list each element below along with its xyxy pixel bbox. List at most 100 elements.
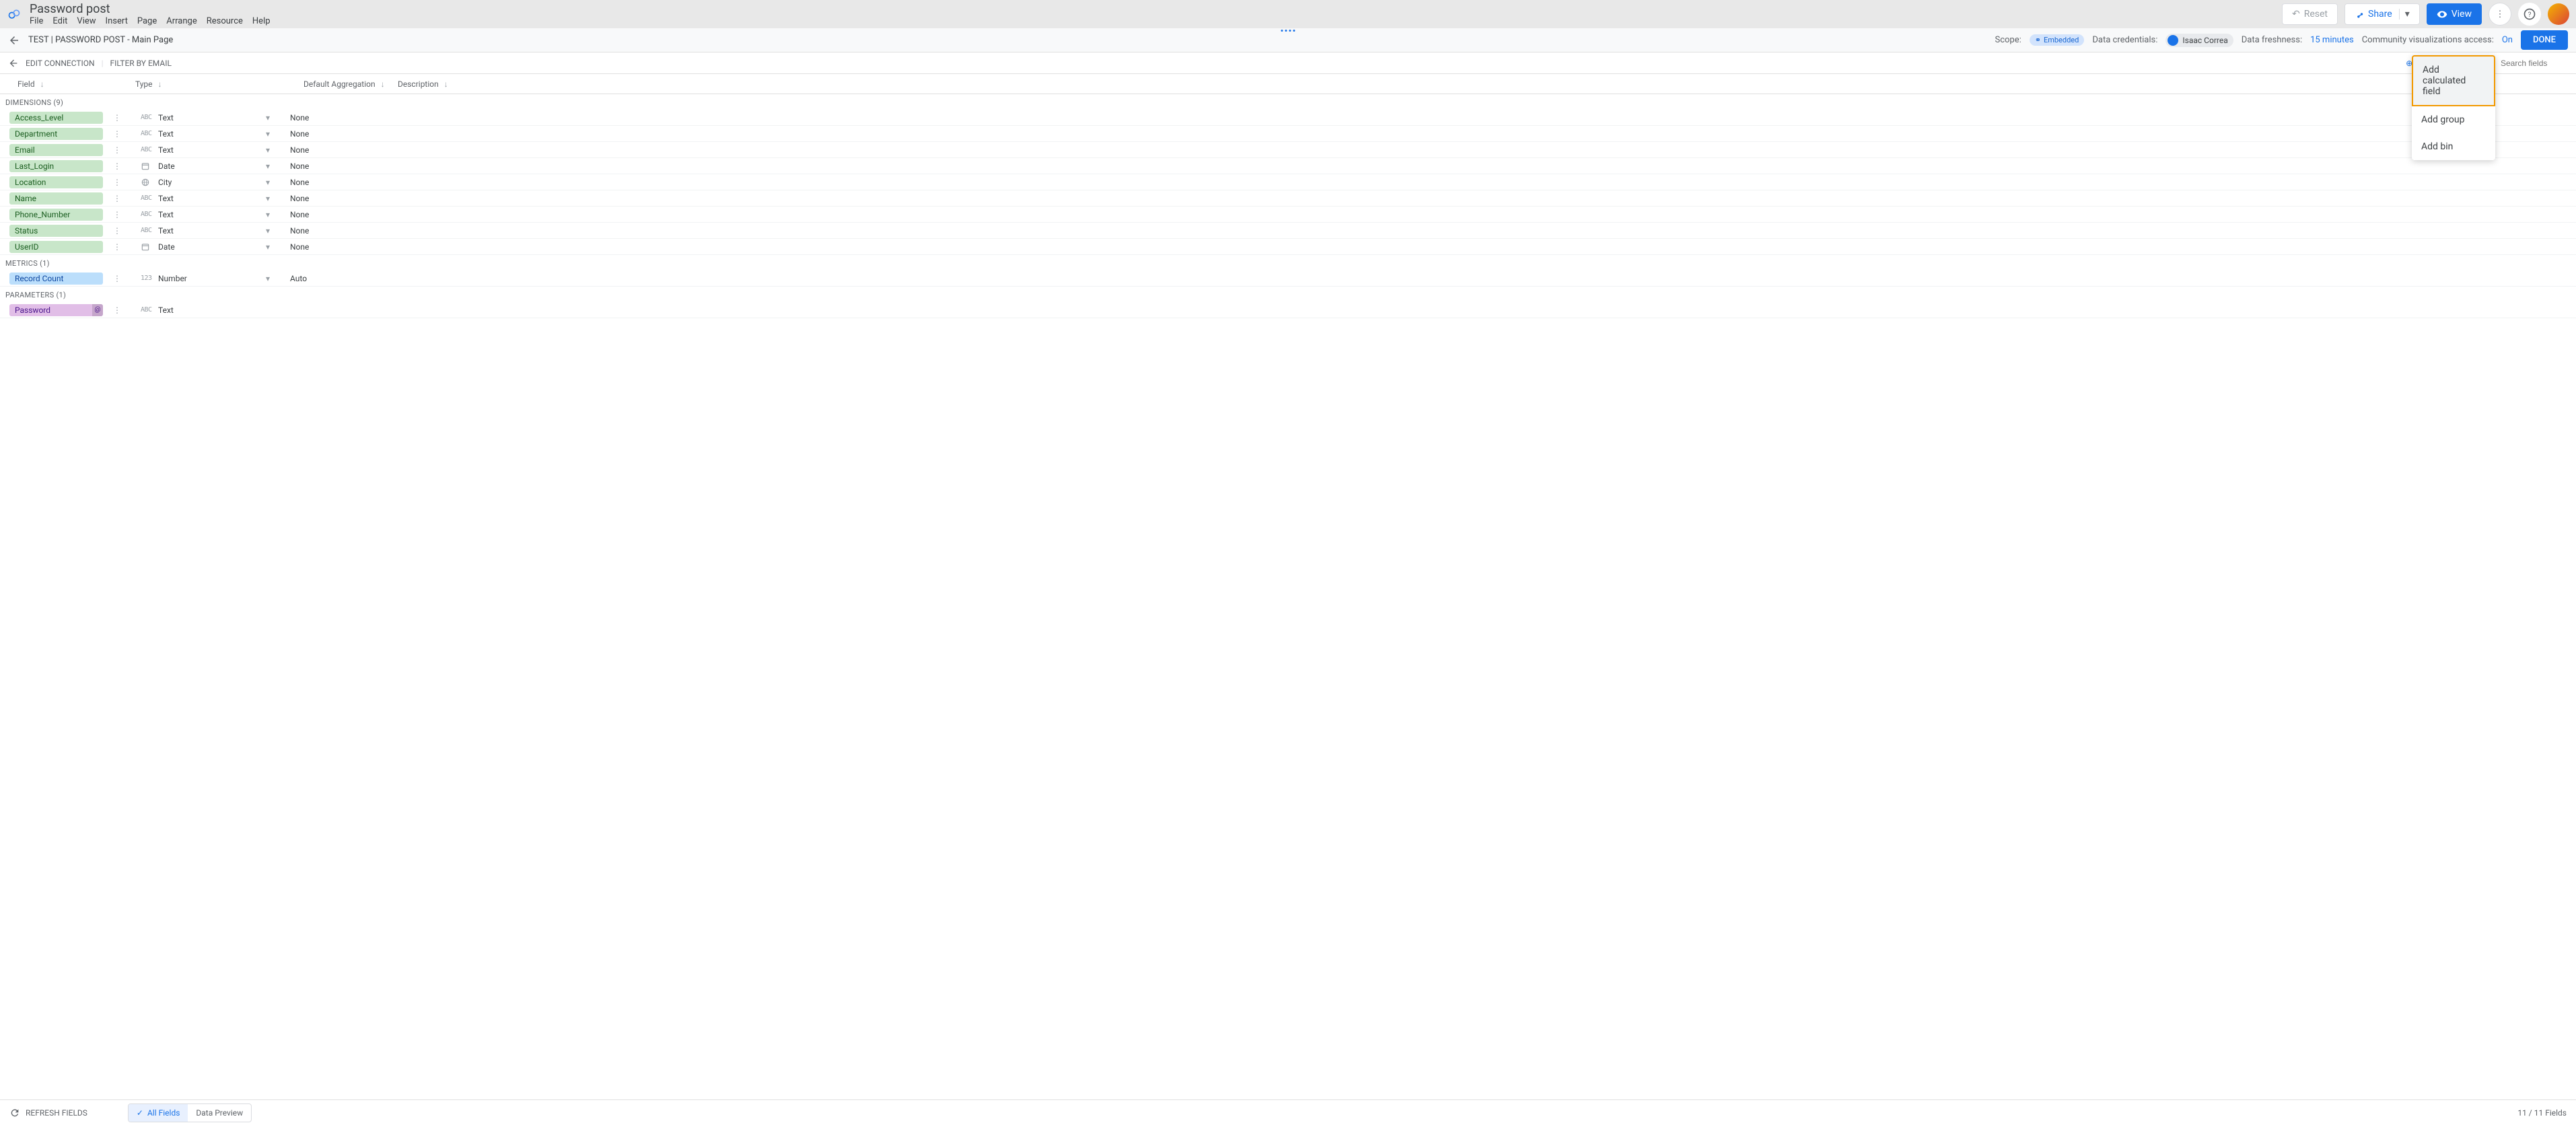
viz-access-value[interactable]: On	[2502, 35, 2513, 45]
field-aggregation: None	[290, 242, 384, 252]
refresh-icon[interactable]	[9, 1108, 20, 1118]
more-icon[interactable]: ⋮	[112, 226, 122, 235]
menu-arrange[interactable]: Arrange	[166, 16, 196, 26]
text-icon: ABC	[141, 227, 151, 234]
edit-connection-link[interactable]: EDIT CONNECTION	[26, 59, 95, 68]
menu-insert[interactable]: Insert	[106, 16, 128, 26]
more-icon[interactable]: ⋮	[112, 210, 122, 219]
field-pill[interactable]: Location	[9, 176, 103, 188]
more-icon[interactable]: ⋮	[112, 178, 122, 187]
chevron-down-icon[interactable]: ▾	[2399, 9, 2410, 20]
more-icon[interactable]: ⋮	[112, 242, 122, 252]
link-icon: ⚭	[2035, 36, 2041, 44]
scope-chip[interactable]: ⚭ Embedded	[2030, 34, 2085, 46]
drag-handle-dots[interactable]	[1281, 30, 1295, 32]
refresh-fields-button[interactable]: REFRESH FIELDS	[26, 1108, 87, 1118]
sort-icon[interactable]: ↓	[381, 79, 385, 89]
credentials-user[interactable]: Isaac Correa	[2166, 34, 2233, 47]
field-pill[interactable]: Access_Level	[9, 112, 103, 124]
col-agg-label[interactable]: Default Aggregation	[303, 79, 375, 89]
field-aggregation: None	[290, 210, 384, 219]
chevron-down-icon[interactable]: ▾	[266, 242, 270, 252]
field-type: Text	[158, 145, 174, 155]
field-aggregation: None	[290, 145, 384, 155]
field-pill[interactable]: Last_Login	[9, 160, 103, 172]
col-type-label[interactable]: Type	[135, 79, 153, 89]
add-calculated-field-item[interactable]: Add calculated field	[2412, 55, 2495, 106]
doc-title[interactable]: Password post	[30, 2, 2282, 16]
metrics-group-label: METRICS (1)	[0, 255, 2576, 270]
back-icon[interactable]	[8, 58, 19, 69]
field-pill[interactable]: UserID	[9, 241, 103, 253]
search-input[interactable]	[2501, 59, 2568, 68]
menu-resource[interactable]: Resource	[207, 16, 243, 26]
field-pill[interactable]: Status	[9, 225, 103, 237]
more-icon[interactable]: ⋮	[112, 113, 122, 122]
chevron-down-icon[interactable]: ▾	[266, 129, 270, 139]
field-pill[interactable]: Password@	[9, 304, 103, 316]
user-icon	[2168, 35, 2178, 46]
chevron-down-icon[interactable]: ▾	[266, 274, 270, 283]
back-arrow-icon[interactable]	[8, 34, 20, 46]
app-logo	[7, 7, 22, 22]
chevron-down-icon[interactable]: ▾	[266, 161, 270, 171]
done-button[interactable]: DONE	[2521, 30, 2568, 50]
view-button[interactable]: View	[2427, 3, 2482, 25]
add-field-button[interactable]: ⊕	[2387, 59, 2394, 68]
col-field-label[interactable]: Field	[17, 79, 35, 89]
sort-icon[interactable]: ↓	[40, 79, 44, 89]
freshness-value[interactable]: 15 minutes	[2310, 35, 2354, 45]
undo-icon: ↶	[2292, 9, 2300, 20]
chevron-down-icon[interactable]: ▾	[266, 210, 270, 219]
chevron-down-icon[interactable]: ▾	[266, 113, 270, 122]
share-icon	[2355, 9, 2364, 19]
sort-icon[interactable]: ↓	[444, 79, 448, 89]
text-icon: ABC	[141, 211, 151, 218]
field-type: Text	[158, 113, 174, 122]
share-button[interactable]: Share ▾	[2345, 3, 2420, 25]
chevron-down-icon[interactable]: ▾	[266, 178, 270, 187]
help-button[interactable]: ?	[2518, 3, 2541, 26]
credentials-label: Data credentials:	[2092, 35, 2157, 45]
add-bin-item[interactable]: Add bin	[2412, 133, 2495, 160]
menu-page[interactable]: Page	[137, 16, 157, 26]
chevron-down-icon[interactable]: ▾	[266, 194, 270, 203]
menu-help[interactable]: Help	[252, 16, 271, 26]
more-icon[interactable]: ⋮	[112, 305, 122, 315]
field-pill[interactable]: Department	[9, 128, 103, 140]
more-icon[interactable]: ⋮	[112, 274, 122, 283]
menu-view[interactable]: View	[77, 16, 96, 26]
field-type: Text	[158, 226, 174, 235]
dimensions-group-label: DIMENSIONS (9)	[0, 94, 2576, 110]
more-icon[interactable]: ⋮	[112, 129, 122, 139]
filter-by-email-link[interactable]: FILTER BY EMAIL	[110, 59, 172, 68]
text-icon: ABC	[141, 114, 151, 121]
all-fields-tab[interactable]: ✓ All Fields	[129, 1104, 188, 1122]
field-pill[interactable]: Phone_Number	[9, 209, 103, 221]
menu-file[interactable]: File	[30, 16, 43, 26]
field-pill[interactable]: Name	[9, 192, 103, 205]
field-pill[interactable]: Email	[9, 144, 103, 156]
search-fields[interactable]	[2501, 59, 2568, 68]
app-header: Password post File Edit View Insert Page…	[0, 0, 2576, 28]
sort-icon[interactable]: ↓	[158, 79, 162, 89]
field-row: Password@ ⋮ ABC Text	[0, 302, 2576, 318]
add-group-item[interactable]: Add group	[2412, 106, 2495, 133]
col-desc-label[interactable]: Description	[398, 79, 439, 89]
more-icon[interactable]: ⋮	[112, 161, 122, 171]
user-avatar[interactable]	[2548, 3, 2569, 25]
menu-edit[interactable]: Edit	[52, 16, 67, 26]
text-icon: ABC	[141, 306, 151, 314]
chevron-down-icon[interactable]: ▾	[266, 226, 270, 235]
field-pill[interactable]: Record Count	[9, 273, 103, 285]
field-row: Last_Login ⋮ Date ▾ None	[0, 158, 2576, 174]
add-field-dropdown: Add calculated field Add group Add bin	[2412, 55, 2495, 160]
more-options-button[interactable]: ⋮	[2489, 3, 2511, 26]
field-type: Date	[158, 242, 175, 252]
chevron-down-icon[interactable]: ▾	[266, 145, 270, 155]
more-icon[interactable]: ⋮	[112, 145, 122, 155]
more-icon[interactable]: ⋮	[112, 194, 122, 203]
reset-button[interactable]: ↶ Reset	[2282, 3, 2338, 25]
data-preview-tab[interactable]: Data Preview	[188, 1104, 251, 1122]
number-icon: 123	[141, 275, 151, 282]
